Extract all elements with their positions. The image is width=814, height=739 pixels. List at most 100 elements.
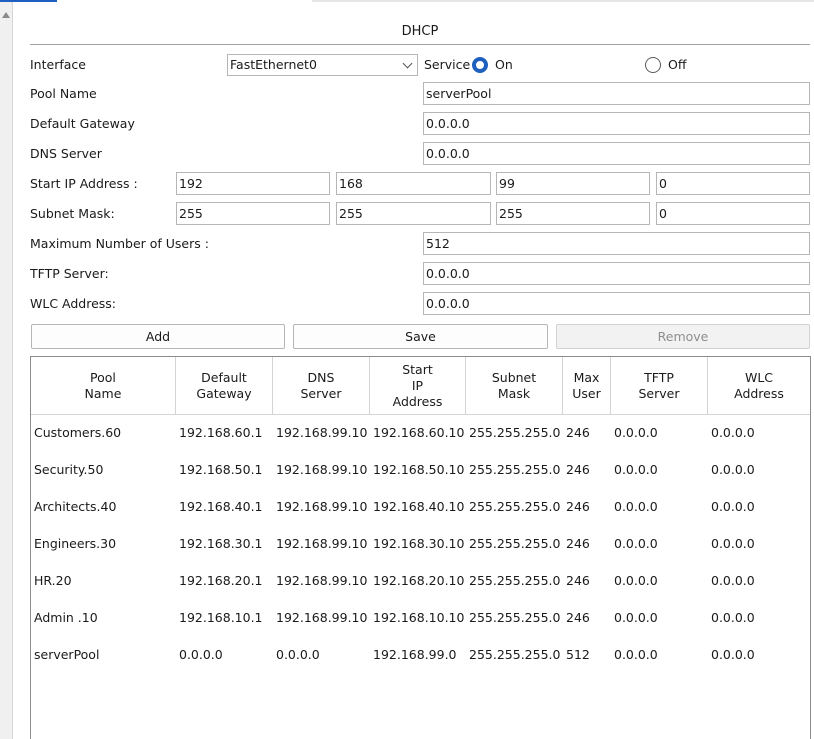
table-cell: 0.0.0.0 <box>614 610 658 625</box>
start-ip-label: Start IP Address : <box>30 176 138 191</box>
table-cell: Security.50 <box>34 462 104 477</box>
table-cell: 246 <box>566 462 590 477</box>
add-button[interactable]: Add <box>31 324 285 349</box>
table-cell: 0.0.0.0 <box>711 425 755 440</box>
table-cell: 0.0.0.0 <box>614 647 658 662</box>
col-header-wlc-address[interactable]: WLC Address <box>708 357 810 415</box>
tftp-label: TFTP Server: <box>30 266 109 281</box>
table-cell: 192.168.10.1 <box>179 610 263 625</box>
table-cell: 0.0.0.0 <box>711 610 755 625</box>
pool-name-field[interactable]: serverPool <box>423 82 810 105</box>
table-cell: 0.0.0.0 <box>711 573 755 588</box>
col-header-start-ip[interactable]: Start IP Address <box>370 357 466 415</box>
subnet-octet-3[interactable]: 255 <box>496 202 650 225</box>
table-cell: 0.0.0.0 <box>614 425 658 440</box>
table-cell: 192.168.20.10 <box>373 573 465 588</box>
col-header-default-gateway[interactable]: Default Gateway <box>176 357 273 415</box>
table-cell: 192.168.20.1 <box>179 573 263 588</box>
table-cell: 0.0.0.0 <box>614 536 658 551</box>
table-cell: 512 <box>566 647 590 662</box>
table-cell: 0.0.0.0 <box>711 499 755 514</box>
table-cell: 0.0.0.0 <box>711 462 755 477</box>
service-off-label: Off <box>668 57 687 72</box>
table-cell: 255.255.255.0 <box>469 573 561 588</box>
table-cell: 246 <box>566 573 590 588</box>
table-cell: 192.168.50.10 <box>373 462 465 477</box>
table-cell: 192.168.99.10 <box>276 499 368 514</box>
pool-name-label: Pool Name <box>30 86 97 101</box>
table-cell: 0.0.0.0 <box>276 647 320 662</box>
table-cell: Customers.60 <box>34 425 122 440</box>
top-divider <box>312 0 814 2</box>
table-cell: 192.168.60.1 <box>179 425 263 440</box>
chevron-down-icon <box>402 58 413 69</box>
table-cell: 192.168.60.10 <box>373 425 465 440</box>
table-cell: 192.168.99.10 <box>276 610 368 625</box>
table-cell: 192.168.30.10 <box>373 536 465 551</box>
table-cell: 192.168.99.0 <box>373 647 457 662</box>
tftp-field[interactable]: 0.0.0.0 <box>423 262 810 285</box>
table-cell: 192.168.99.10 <box>276 573 368 588</box>
table-cell: 255.255.255.0 <box>469 536 561 551</box>
max-users-label: Maximum Number of Users : <box>30 236 209 251</box>
table-cell: 0.0.0.0 <box>614 462 658 477</box>
dns-field[interactable]: 0.0.0.0 <box>423 142 810 165</box>
subnet-octet-4[interactable]: 0 <box>656 202 810 225</box>
table-cell: 246 <box>566 499 590 514</box>
gateway-field[interactable]: 0.0.0.0 <box>423 112 810 135</box>
title-divider <box>30 44 810 45</box>
table-cell: 246 <box>566 425 590 440</box>
subnet-octet-1[interactable]: 255 <box>176 202 330 225</box>
table-cell: 255.255.255.0 <box>469 462 561 477</box>
tab-accent-bar <box>0 0 57 2</box>
table-cell: 192.168.10.10 <box>373 610 465 625</box>
scroll-up-arrow-icon[interactable] <box>2 12 10 18</box>
table-cell: 192.168.40.1 <box>179 499 263 514</box>
subnet-octet-2[interactable]: 255 <box>336 202 491 225</box>
interface-label: Interface <box>30 57 86 72</box>
remove-button[interactable]: Remove <box>556 324 810 349</box>
table-cell: Architects.40 <box>34 499 117 514</box>
col-header-tftp-server[interactable]: TFTP Server <box>611 357 708 415</box>
save-button[interactable]: Save <box>293 324 548 349</box>
table-cell: 192.168.99.10 <box>276 425 368 440</box>
table-cell: 255.255.255.0 <box>469 499 561 514</box>
start-ip-octet-1[interactable]: 192 <box>176 172 330 195</box>
table-cell: 246 <box>566 536 590 551</box>
dns-label: DNS Server <box>30 146 102 161</box>
service-on-radio[interactable] <box>472 57 488 73</box>
start-ip-octet-4[interactable]: 0 <box>656 172 810 195</box>
service-label: Service <box>424 57 471 72</box>
subnet-label: Subnet Mask: <box>30 206 115 221</box>
table-cell: 0.0.0.0 <box>179 647 223 662</box>
left-scrollbar[interactable] <box>0 0 13 739</box>
col-header-subnet-mask[interactable]: Subnet Mask <box>466 357 563 415</box>
service-off-radio[interactable] <box>645 57 661 73</box>
start-ip-octet-2[interactable]: 168 <box>336 172 491 195</box>
table-cell: 192.168.99.10 <box>276 536 368 551</box>
table-cell: 0.0.0.0 <box>711 647 755 662</box>
table-cell: 255.255.255.0 <box>469 647 561 662</box>
col-header-max-user[interactable]: Max User <box>563 357 611 415</box>
table-cell: 192.168.30.1 <box>179 536 263 551</box>
wlc-label: WLC Address: <box>30 296 117 311</box>
col-header-pool-name[interactable]: Pool Name <box>31 357 176 415</box>
dialog-title: DHCP <box>401 24 439 39</box>
table-cell: 0.0.0.0 <box>711 536 755 551</box>
max-users-field[interactable]: 512 <box>423 232 810 255</box>
table-cell: Engineers.30 <box>34 536 117 551</box>
table-cell: Admin .10 <box>34 610 98 625</box>
start-ip-octet-3[interactable]: 99 <box>496 172 650 195</box>
table-cell: 192.168.50.1 <box>179 462 263 477</box>
interface-select[interactable]: FastEthernet0 <box>227 54 418 76</box>
interface-select-value: FastEthernet0 <box>230 57 317 72</box>
table-cell: 192.168.99.10 <box>276 462 368 477</box>
table-cell: HR.20 <box>34 573 72 588</box>
table-cell: 0.0.0.0 <box>614 499 658 514</box>
service-on-label: On <box>495 57 513 72</box>
table-cell: 255.255.255.0 <box>469 610 561 625</box>
table-cell: 246 <box>566 610 590 625</box>
col-header-dns-server[interactable]: DNS Server <box>273 357 370 415</box>
table-cell: 0.0.0.0 <box>614 573 658 588</box>
wlc-field[interactable]: 0.0.0.0 <box>423 292 810 315</box>
